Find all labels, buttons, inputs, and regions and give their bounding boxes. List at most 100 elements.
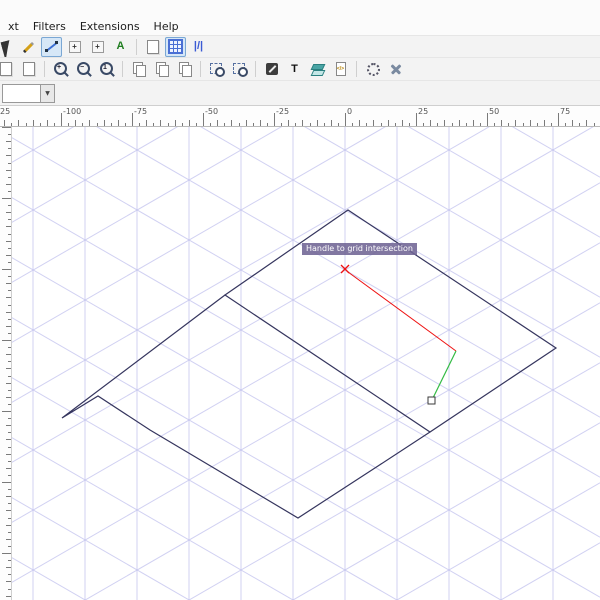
ruler-label: -75 [134, 107, 148, 116]
snap-midpoint-button[interactable]: + [87, 37, 108, 57]
ruler-tick [210, 123, 212, 126]
text-dialog-button[interactable]: T [284, 59, 305, 79]
duplicate-button[interactable] [151, 59, 172, 79]
toolbar-separator [44, 61, 45, 77]
menu-help[interactable]: Help [147, 19, 186, 34]
ruler-tick [565, 123, 567, 126]
toolbar-separator [136, 38, 137, 55]
ruler-tick [6, 524, 11, 526]
ruler-tick [96, 123, 98, 126]
copy-icon [131, 61, 147, 77]
ruler-tick [6, 254, 11, 256]
ruler-tick [25, 123, 27, 126]
zoom-in-button[interactable]: + [50, 59, 71, 79]
ruler-tick [8, 219, 11, 221]
zoom-selection-icon [209, 61, 225, 77]
ruler-tick [8, 474, 11, 476]
xml-editor-button[interactable]: </> [330, 59, 351, 79]
ruler-tick [8, 503, 11, 505]
ruler-tick [6, 226, 11, 228]
menu-filters[interactable]: Filters [26, 19, 73, 34]
ruler-tick [359, 120, 361, 126]
combo-dropdown-button[interactable]: ▼ [40, 83, 55, 103]
combo-value[interactable] [2, 83, 40, 103]
zoom-out-button[interactable]: − [73, 59, 94, 79]
layers-dialog-button[interactable] [307, 59, 328, 79]
ruler-tick [330, 120, 332, 126]
ruler-tick [160, 120, 162, 126]
ruler-tick [416, 113, 417, 126]
ruler-tick [18, 120, 20, 126]
ruler-tick [8, 403, 11, 405]
ruler-tick [2, 127, 11, 128]
style-combo[interactable]: ▼ [2, 83, 55, 103]
drawn-shape[interactable] [61, 209, 558, 519]
zoom-drawing-button[interactable] [229, 59, 250, 79]
menu-extensions[interactable]: Extensions [73, 19, 147, 34]
toolbar-separator [122, 61, 123, 77]
node-handle[interactable] [427, 396, 436, 405]
ruler-tick [8, 148, 11, 150]
chevron-down-icon: ▼ [45, 89, 50, 97]
ruler-tick [252, 123, 254, 126]
menu-xt[interactable]: xt [1, 19, 26, 34]
vertical-ruler[interactable] [0, 127, 12, 600]
canvas[interactable]: Handle to grid intersection [0, 127, 600, 600]
print-button[interactable] [0, 59, 16, 79]
menu-bar: xt Filters Extensions Help [0, 17, 600, 35]
ruler-tick [536, 123, 538, 126]
xml-editor-icon: </> [333, 61, 349, 77]
ruler-tick [6, 538, 11, 540]
find-icon [365, 61, 381, 77]
ruler-tick [8, 531, 11, 533]
snap-guide-button[interactable]: |/| [188, 37, 209, 57]
ruler-tick [53, 123, 55, 126]
ruler-tick [8, 162, 11, 164]
paste-button[interactable] [174, 59, 195, 79]
ruler-tick [6, 425, 11, 427]
ruler-tick [593, 123, 595, 126]
snap-indicator-tooltip: Handle to grid intersection [302, 243, 417, 255]
ruler-tick [8, 190, 11, 192]
find-button[interactable] [362, 59, 383, 79]
ruler-tick [451, 123, 453, 126]
ruler-tick [494, 123, 496, 126]
snap-nodes-button[interactable] [41, 36, 62, 57]
snap-page-border-button[interactable] [142, 37, 163, 57]
ruler-tick [543, 120, 545, 126]
ruler-tick [6, 581, 11, 583]
ruler-tick [6, 453, 11, 455]
ruler-tick [245, 120, 247, 126]
snap-text-baseline-button[interactable]: A [110, 37, 131, 57]
commands-toolbar: + −1 T </> [0, 57, 600, 80]
selector-cursor-button[interactable] [0, 37, 16, 57]
duplicate-icon [154, 61, 170, 77]
zoom-1-1-button[interactable]: 1 [96, 59, 117, 79]
horizontal-ruler[interactable]: -125 -100 -75 -50 -25 0 25 50 75 [0, 105, 600, 127]
preferences-button[interactable] [385, 59, 406, 79]
snap-intersection-button[interactable]: + [64, 37, 85, 57]
ruler-tick [6, 396, 11, 398]
ruler-label: -125 [0, 107, 11, 116]
copy-button[interactable] [128, 59, 149, 79]
toolbar-separator [200, 61, 201, 77]
shape-outline[interactable] [61, 294, 431, 519]
ruler-tick [6, 311, 11, 313]
ruler-tick [8, 418, 11, 420]
ruler-tick [2, 411, 11, 412]
drawing-area[interactable] [0, 127, 600, 600]
titlebar-remnant [0, 0, 600, 17]
text-editor-button[interactable] [261, 59, 282, 79]
ruler-tick [6, 240, 11, 242]
ruler-tick [508, 123, 510, 126]
snap-grid-button[interactable] [165, 36, 186, 57]
zoom-selection-button[interactable] [206, 59, 227, 79]
text-dialog-icon: T [291, 62, 298, 75]
ruler-tick [2, 553, 11, 554]
snap-pencil-button[interactable] [18, 37, 39, 57]
ruler-tick [345, 113, 346, 126]
ruler-tick [579, 123, 581, 126]
snap-midpoint-icon: + [90, 39, 106, 55]
ruler-tick [238, 123, 240, 126]
document-properties-button[interactable] [18, 59, 39, 79]
